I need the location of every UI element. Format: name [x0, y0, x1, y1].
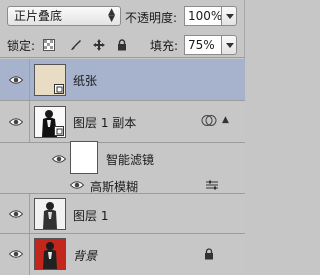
person-figure-icon [35, 239, 65, 269]
layer-paper[interactable]: 纸张 [0, 59, 245, 101]
blend-mode-select[interactable]: 正片叠底 ▲ ▼ [7, 6, 121, 26]
checkerboard-icon[interactable] [43, 39, 55, 51]
fill-dropdown-button[interactable] [221, 35, 237, 55]
eye-icon[interactable] [52, 154, 66, 164]
layer-name: 图层 1 副本 [73, 116, 137, 130]
layer-1[interactable]: 图层 1 [0, 194, 245, 234]
opacity-field[interactable]: 100% [184, 6, 222, 26]
layer-thumbnail [34, 106, 66, 138]
move-icon[interactable] [93, 39, 105, 51]
layer-thumbnail [34, 64, 66, 96]
visibility-toggle[interactable] [0, 59, 30, 100]
eye-icon[interactable] [9, 75, 23, 85]
fill-field[interactable]: 75% [184, 35, 221, 55]
updown-arrows-icon: ▲ ▼ [108, 7, 115, 24]
fill-label: 填充: [150, 39, 179, 53]
brush-icon[interactable] [70, 39, 82, 51]
eye-icon[interactable] [70, 180, 84, 190]
layer-name: 纸张 [73, 74, 98, 88]
visibility-toggle[interactable] [0, 234, 30, 275]
filter-options-icon[interactable] [205, 180, 219, 190]
lock-label: 锁定: [7, 39, 36, 53]
person-figure-icon [35, 199, 65, 229]
layer-thumbnail [34, 198, 66, 230]
smart-filter-circles-icon [201, 115, 217, 126]
blend-opacity-row: 正片叠底 ▲ ▼ 不透明度: 100% [0, 0, 245, 32]
layers-panel: 正片叠底 ▲ ▼ 不透明度: 100% 锁定: 填充: 75% 纸张 图层 1 … [0, 0, 245, 275]
opacity-dropdown-button[interactable] [221, 6, 237, 26]
layer-name: 背景 [73, 249, 98, 263]
lock-fill-row: 锁定: 填充: 75% [0, 32, 245, 58]
layer-copy[interactable]: 图层 1 副本 ▲ [0, 101, 245, 143]
smart-object-badge-icon [54, 84, 64, 94]
gaussian-blur-row[interactable]: 高斯模糊 [0, 176, 245, 194]
eye-icon[interactable] [9, 249, 23, 259]
visibility-toggle[interactable] [0, 101, 30, 142]
filter-name: 高斯模糊 [90, 180, 139, 194]
padlock-icon [205, 248, 213, 260]
opacity-label: 不透明度: [125, 11, 178, 25]
layer-thumbnail [34, 238, 66, 270]
smart-object-badge-icon [54, 126, 64, 136]
filter-mask-thumbnail [70, 141, 98, 174]
blend-mode-value: 正片叠底 [14, 9, 63, 23]
visibility-toggle[interactable] [0, 194, 30, 233]
eye-column-empty [0, 143, 30, 176]
smart-filters-label: 智能滤镜 [106, 153, 155, 167]
smart-filters-row[interactable]: 智能滤镜 [0, 141, 245, 176]
layer-background[interactable]: 背景 [0, 234, 245, 275]
eye-icon[interactable] [9, 117, 23, 127]
eye-icon[interactable] [9, 209, 23, 219]
padlock-icon[interactable] [116, 39, 128, 51]
layer-name: 图层 1 [73, 209, 109, 223]
collapse-arrow-icon[interactable]: ▲ [222, 115, 229, 125]
